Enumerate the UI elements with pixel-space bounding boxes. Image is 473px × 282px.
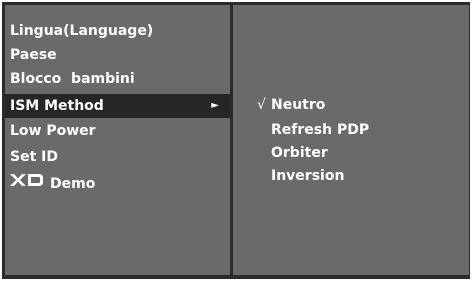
menu-item-xd-demo[interactable]: Demo bbox=[5, 172, 230, 196]
menu-item-label: Lingua(Language) bbox=[10, 23, 154, 39]
submenu-item-label: Refresh PDP bbox=[271, 122, 370, 138]
osd-screen: Lingua(Language) Paese Blocco bambini IS… bbox=[0, 0, 473, 282]
checkmark-icon: √ bbox=[257, 97, 266, 113]
submenu-item-inversion[interactable]: Inversion bbox=[233, 165, 469, 187]
submenu-item-neutro[interactable]: √ Neutro bbox=[233, 94, 469, 116]
menu-item-label: ISM Method bbox=[10, 98, 104, 114]
submenu-item-refresh-pdp[interactable]: Refresh PDP bbox=[233, 119, 469, 141]
menu-item-language[interactable]: Lingua(Language) bbox=[5, 19, 230, 43]
menu-item-set-id[interactable]: Set ID bbox=[5, 145, 230, 169]
submenu-item-label: Neutro bbox=[271, 97, 326, 113]
submenu-item-label: Inversion bbox=[271, 168, 345, 184]
menu-item-country[interactable]: Paese bbox=[5, 43, 230, 67]
xd-logo-icon bbox=[10, 171, 44, 195]
submenu-panel: √ Neutro Refresh PDP Orbiter Inversion bbox=[233, 5, 469, 275]
menu-item-child-lock[interactable]: Blocco bambini bbox=[5, 67, 230, 91]
menu-item-label: Low Power bbox=[10, 123, 96, 139]
submenu-arrow-icon: ► bbox=[211, 100, 219, 111]
menu-item-ism-method[interactable]: ISM Method ► bbox=[5, 94, 230, 118]
menu-item-label: Paese bbox=[10, 47, 57, 63]
main-menu-panel: Lingua(Language) Paese Blocco bambini IS… bbox=[5, 5, 230, 275]
menu-item-label: Demo bbox=[50, 176, 96, 192]
menu-item-label: Set ID bbox=[10, 149, 58, 165]
menu-item-low-power[interactable]: Low Power bbox=[5, 119, 230, 143]
menu-item-label: Blocco bambini bbox=[10, 71, 135, 87]
menu-frame: Lingua(Language) Paese Blocco bambini IS… bbox=[2, 2, 470, 279]
submenu-item-label: Orbiter bbox=[271, 145, 328, 161]
submenu-item-orbiter[interactable]: Orbiter bbox=[233, 142, 469, 164]
